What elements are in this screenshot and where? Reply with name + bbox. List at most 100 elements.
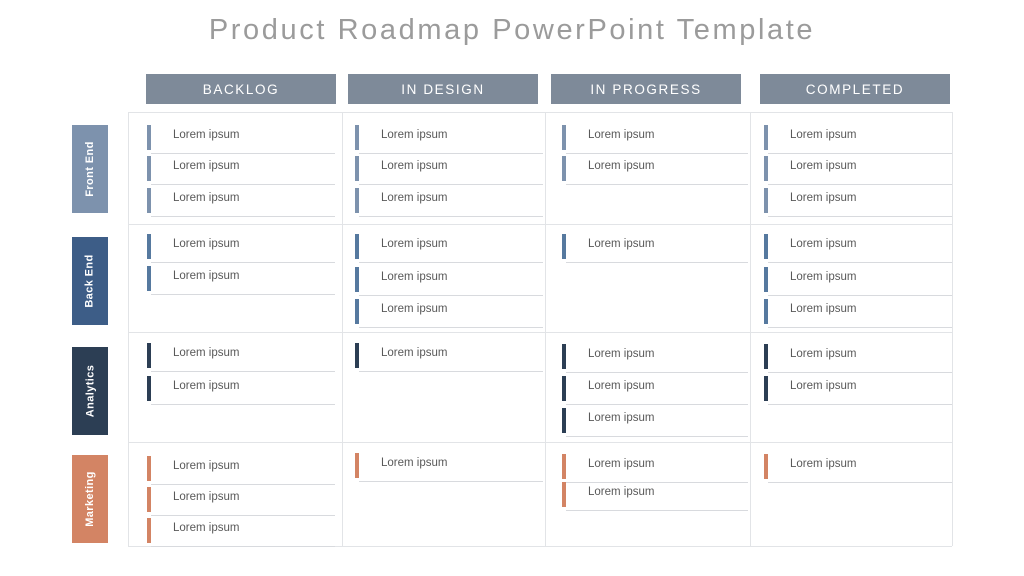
task-card[interactable]: Lorem ipsum: [764, 266, 954, 296]
task-card[interactable]: Lorem ipsum: [355, 452, 545, 482]
task-card[interactable]: Lorem ipsum: [355, 155, 545, 185]
task-card[interactable]: Lorem ipsum: [562, 481, 750, 511]
column-header-in-progress[interactable]: IN PROGRESS: [551, 74, 741, 104]
column-header-backlog[interactable]: BACKLOG: [146, 74, 336, 104]
task-accent-bar: [764, 188, 768, 213]
task-card[interactable]: Lorem ipsum: [562, 407, 750, 437]
task-card[interactable]: Lorem ipsum: [764, 233, 954, 263]
task-label: Lorem ipsum: [790, 271, 857, 283]
task-underline: [150, 404, 335, 405]
task-accent-bar: [147, 234, 151, 259]
task-card[interactable]: Lorem ipsum: [147, 187, 337, 217]
task-accent-bar: [562, 156, 566, 181]
task-label: Lorem ipsum: [588, 486, 655, 498]
task-card[interactable]: Lorem ipsum: [562, 233, 750, 263]
task-card[interactable]: Lorem ipsum: [147, 517, 337, 547]
task-accent-bar: [355, 267, 359, 292]
column-header-in-design[interactable]: IN DESIGN: [348, 74, 538, 104]
task-card[interactable]: Lorem ipsum: [147, 233, 337, 263]
task-underline: [358, 481, 543, 482]
task-card[interactable]: Lorem ipsum: [562, 375, 750, 405]
task-card[interactable]: Lorem ipsum: [764, 187, 954, 217]
task-underline: [565, 262, 748, 263]
task-label: Lorem ipsum: [173, 192, 240, 204]
task-card[interactable]: Lorem ipsum: [355, 342, 545, 372]
task-label: Lorem ipsum: [173, 347, 240, 359]
task-card[interactable]: Lorem ipsum: [355, 266, 545, 296]
row-label-text: Front End: [84, 141, 97, 197]
task-underline: [767, 404, 952, 405]
task-underline: [565, 404, 748, 405]
task-card[interactable]: Lorem ipsum: [764, 375, 954, 405]
task-underline: [565, 153, 748, 154]
task-label: Lorem ipsum: [173, 238, 240, 250]
task-card[interactable]: Lorem ipsum: [147, 124, 337, 154]
task-label: Lorem ipsum: [381, 160, 448, 172]
task-card[interactable]: Lorem ipsum: [355, 187, 545, 217]
task-accent-bar: [764, 376, 768, 401]
task-accent-bar: [562, 454, 566, 479]
task-underline: [150, 184, 335, 185]
task-label: Lorem ipsum: [790, 192, 857, 204]
task-accent-bar: [147, 456, 151, 481]
task-accent-bar: [355, 453, 359, 478]
task-card[interactable]: Lorem ipsum: [147, 455, 337, 485]
task-card[interactable]: Lorem ipsum: [562, 343, 750, 373]
task-label: Lorem ipsum: [588, 412, 655, 424]
task-underline: [150, 371, 335, 372]
task-label: Lorem ipsum: [173, 491, 240, 503]
task-card[interactable]: Lorem ipsum: [355, 298, 545, 328]
task-card[interactable]: Lorem ipsum: [147, 155, 337, 185]
task-card[interactable]: Lorem ipsum: [562, 124, 750, 154]
row-label-text: Back End: [84, 254, 96, 308]
task-underline: [767, 216, 952, 217]
task-accent-bar: [764, 344, 768, 369]
task-underline: [358, 262, 543, 263]
row-label-text: Analytics: [84, 364, 97, 418]
task-card[interactable]: Lorem ipsum: [764, 343, 954, 373]
task-accent-bar: [764, 234, 768, 259]
row-label-analytics[interactable]: Analytics: [72, 347, 108, 435]
task-card[interactable]: Lorem ipsum: [147, 486, 337, 516]
task-card[interactable]: Lorem ipsum: [764, 298, 954, 328]
task-card[interactable]: Lorem ipsum: [355, 233, 545, 263]
task-accent-bar: [764, 267, 768, 292]
page-title: Product Roadmap PowerPoint Template: [208, 14, 816, 46]
task-card[interactable]: Lorem ipsum: [562, 155, 750, 185]
task-accent-bar: [355, 156, 359, 181]
task-accent-bar: [562, 482, 566, 507]
task-label: Lorem ipsum: [173, 270, 240, 282]
task-accent-bar: [562, 376, 566, 401]
task-accent-bar: [562, 125, 566, 150]
task-card[interactable]: Lorem ipsum: [147, 342, 337, 372]
task-underline: [565, 436, 748, 437]
column-header-completed[interactable]: COMPLETED: [760, 74, 950, 104]
task-card[interactable]: Lorem ipsum: [562, 453, 750, 483]
row-label-back-end[interactable]: Back End: [72, 237, 108, 325]
task-label: Lorem ipsum: [588, 348, 655, 360]
task-accent-bar: [764, 454, 768, 479]
task-label: Lorem ipsum: [381, 129, 448, 141]
row-label-front-end[interactable]: Front End: [72, 125, 108, 213]
task-label: Lorem ipsum: [790, 238, 857, 250]
task-underline: [358, 295, 543, 296]
task-card[interactable]: Lorem ipsum: [147, 265, 337, 295]
task-label: Lorem ipsum: [790, 458, 857, 470]
task-card[interactable]: Lorem ipsum: [764, 155, 954, 185]
slide-canvas: Product Roadmap PowerPoint Template BACK…: [0, 0, 1024, 576]
task-accent-bar: [355, 125, 359, 150]
row-label-marketing[interactable]: Marketing: [72, 455, 108, 543]
task-label: Lorem ipsum: [588, 129, 655, 141]
task-card[interactable]: Lorem ipsum: [147, 375, 337, 405]
task-card[interactable]: Lorem ipsum: [355, 124, 545, 154]
task-accent-bar: [147, 156, 151, 181]
task-label: Lorem ipsum: [381, 303, 448, 315]
grid-top-border: [128, 112, 952, 113]
task-card[interactable]: Lorem ipsum: [764, 453, 954, 483]
task-card[interactable]: Lorem ipsum: [764, 124, 954, 154]
task-label: Lorem ipsum: [381, 457, 448, 469]
task-accent-bar: [147, 376, 151, 401]
column-separator-2: [750, 112, 751, 546]
task-underline: [358, 371, 543, 372]
task-underline: [150, 262, 335, 263]
